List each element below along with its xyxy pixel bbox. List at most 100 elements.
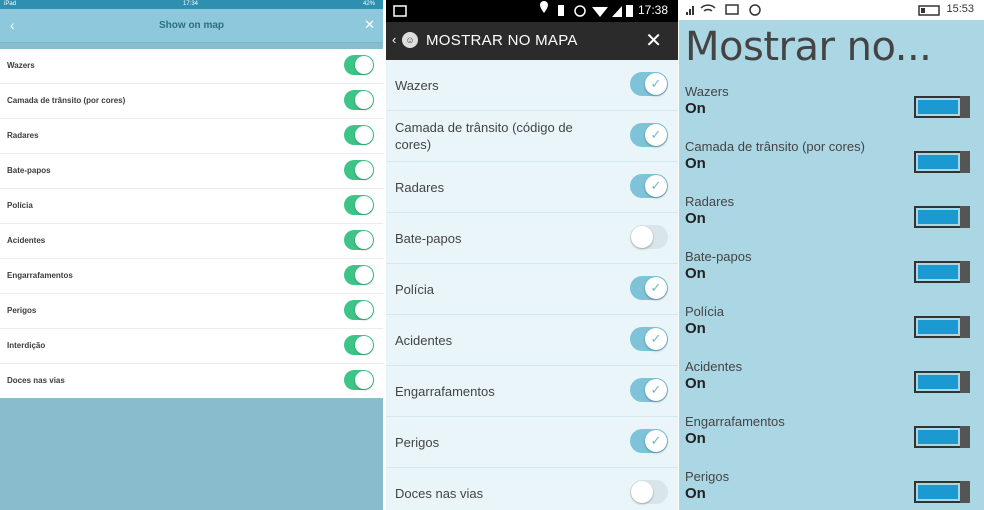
setting-row-perigos: Perigos	[0, 294, 383, 329]
toggle-switch[interactable]: ✓	[630, 174, 668, 198]
setting-state: On	[685, 375, 706, 392]
toggle-thumb	[960, 481, 970, 503]
toggle-knob	[355, 266, 373, 284]
back-arrow-icon[interactable]: ‹	[392, 22, 396, 58]
close-icon[interactable]: ✕	[645, 22, 662, 60]
status-bar: 17:38	[386, 0, 678, 22]
status-time: 17:34	[183, 1, 199, 7]
setting-row-engarrafamentos: Engarrafamentos ✓	[386, 366, 678, 417]
setting-label: Camada de trânsito (por cores)	[685, 139, 865, 154]
toggle-fill	[918, 265, 958, 279]
toggle-switch[interactable]: ✓	[630, 123, 668, 147]
setting-row-perigos: Perigos ✓	[386, 417, 678, 468]
checkmark-icon: ✓	[645, 124, 667, 146]
status-icons	[686, 4, 940, 16]
toggle-switch[interactable]	[914, 371, 970, 393]
setting-label: Acidentes	[7, 236, 46, 245]
toggle-knob	[355, 231, 373, 249]
battery-icon	[626, 5, 633, 17]
toggle-switch[interactable]	[914, 151, 970, 173]
toggle-knob	[355, 56, 373, 74]
alarm-icon	[574, 5, 586, 17]
toggle-switch[interactable]	[344, 90, 374, 110]
setting-row-bate-papos: Bate-papos	[0, 154, 383, 189]
setting-label: Radares	[685, 194, 735, 209]
toggle-switch[interactable]	[630, 480, 668, 504]
setting-row-camada-de-transito-codigo-de-cores: Camada de trânsito (código de cores) ✓	[386, 111, 678, 162]
toggle-switch[interactable]	[914, 426, 970, 448]
setting-label: Engarrafamentos	[685, 414, 785, 429]
status-time: 17:38	[637, 3, 668, 17]
ios-settings-panel: iPad 17:34 42% ‹ Show on map ✕ Wazers Cam…	[0, 0, 383, 510]
setting-state: On	[685, 210, 706, 227]
toggle-switch[interactable]	[914, 206, 970, 228]
status-icons	[393, 1, 633, 17]
checkmark-icon: ✓	[645, 73, 667, 95]
toggle-thumb	[960, 426, 970, 448]
setting-row-bate-papos: Bate-papos	[386, 213, 678, 264]
toggle-switch[interactable]	[344, 55, 374, 75]
setting-label: Wazers	[395, 77, 439, 93]
setting-label: Radares	[395, 179, 445, 195]
carrier-text: iPad	[4, 1, 17, 7]
setting-row-acidentes: Acidentes	[0, 224, 383, 259]
toggle-switch[interactable]	[914, 316, 970, 338]
toggle-switch[interactable]: ✓	[630, 327, 668, 351]
setting-label: Perigos	[685, 469, 730, 484]
setting-row-doces-nas-vias: Doces nas vias	[386, 468, 678, 510]
location-icon	[540, 1, 548, 13]
page-title: Show on map	[159, 20, 224, 31]
toggle-switch[interactable]	[344, 370, 374, 390]
setting-label: Polícia	[685, 304, 725, 319]
setting-row-bate-papos: Bate-papos On	[685, 249, 975, 299]
status-time: 15:53	[946, 3, 974, 15]
status-bar: iPad 17:34 42%	[0, 0, 383, 9]
setting-row-camada-de-transito-por-cores: Camada de trânsito (por cores) On	[685, 139, 975, 189]
toggle-knob	[631, 226, 653, 248]
toggle-switch[interactable]	[344, 195, 374, 215]
checkmark-icon: ✓	[645, 430, 667, 452]
battery-text: 42%	[362, 1, 375, 7]
toggle-switch[interactable]	[344, 300, 374, 320]
toggle-switch[interactable]	[344, 160, 374, 180]
toggle-switch[interactable]	[914, 481, 970, 503]
toggle-fill	[918, 320, 958, 334]
setting-row-engarrafamentos: Engarrafamentos On	[685, 414, 975, 464]
vibrate-icon	[558, 5, 564, 16]
setting-label: Radares	[7, 131, 39, 140]
toggle-knob	[355, 91, 373, 109]
setting-row-wazers: Wazers On	[685, 84, 975, 134]
setting-label: Perigos	[395, 434, 440, 450]
toggle-thumb	[960, 316, 970, 338]
setting-state: On	[685, 320, 706, 337]
setting-label: Polícia	[395, 281, 435, 297]
toggle-switch[interactable]	[344, 265, 374, 285]
waze-logo-icon[interactable]: ☺	[402, 32, 418, 48]
toggle-switch[interactable]	[630, 225, 668, 249]
toggle-knob	[355, 301, 373, 319]
setting-label: Doces nas vias	[395, 485, 484, 501]
toggle-switch[interactable]	[914, 261, 970, 283]
toggle-switch[interactable]: ✓	[630, 276, 668, 300]
setting-row-radares: Radares ✓	[386, 162, 678, 213]
close-icon[interactable]: ✕	[364, 9, 375, 41]
setting-row-policia: Polícia	[0, 189, 383, 224]
toggle-switch[interactable]: ✓	[630, 378, 668, 402]
toggle-switch[interactable]	[344, 335, 374, 355]
status-bar: 15:53	[679, 0, 984, 20]
toggle-switch[interactable]	[344, 230, 374, 250]
toggle-switch[interactable]	[344, 125, 374, 145]
setting-state: On	[685, 100, 706, 117]
toggle-thumb	[960, 261, 970, 283]
message-icon	[725, 4, 739, 15]
setting-row-camada-de-transito-por-cores: Camada de trânsito (por cores)	[0, 84, 383, 119]
setting-row-radares: Radares	[0, 119, 383, 154]
toggle-switch[interactable]: ✓	[630, 72, 668, 96]
toggle-thumb	[960, 151, 970, 173]
checkmark-icon: ✓	[645, 277, 667, 299]
settings-list: Wazers ✓ Camada de trânsito (código de cor…	[386, 60, 678, 510]
toggle-switch[interactable]	[914, 96, 970, 118]
setting-row-policia: Polícia On	[685, 304, 975, 354]
toggle-switch[interactable]: ✓	[630, 429, 668, 453]
toggle-knob	[355, 336, 373, 354]
